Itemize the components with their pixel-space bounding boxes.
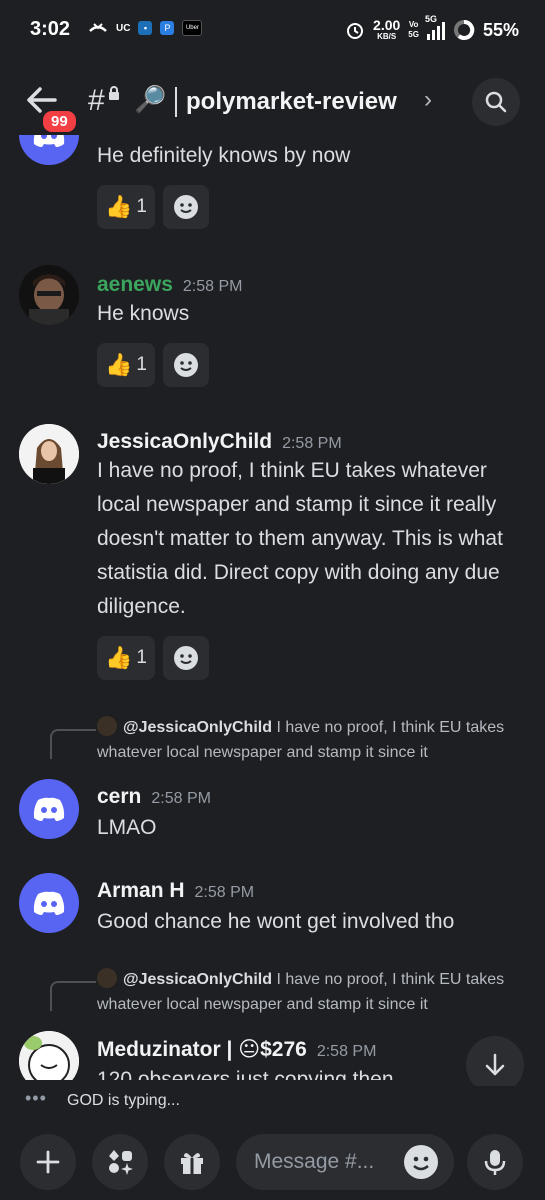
unread-badge: 99 [40,108,79,135]
reply-avatar [97,968,117,988]
reply-avatar [97,716,117,736]
header-divider [175,87,177,117]
smiley-icon [173,353,198,377]
text-channel-icon: # [88,84,105,117]
dominos-icon: ▪ [138,21,153,35]
timestamp: 2:58 PM [194,884,255,901]
add-reaction-button[interactable] [162,636,209,680]
apps-button[interactable] [92,1134,148,1190]
thumbs-up-emoji: 👍 [105,645,133,670]
gift-icon [181,1153,203,1174]
gift-button[interactable] [164,1134,220,1190]
battery-level: 55% [482,19,519,40]
uc-icon: UC [116,22,131,34]
microphone-icon [484,1150,506,1175]
avatar[interactable] [19,265,79,325]
reply-connector [50,729,96,759]
add-reaction-button[interactable] [162,185,209,229]
status-time: 3:02 [30,18,71,40]
avatar[interactable] [19,135,79,165]
add-attachment-button[interactable] [20,1134,76,1190]
search-icon [485,91,507,113]
smiley-icon [173,646,198,670]
timestamp: 2:58 PM [182,278,243,295]
missed-call-icon [89,23,107,32]
battery-icon [453,20,475,40]
username[interactable]: Meduzinator | 😐$276 2:58 PM [97,1037,376,1062]
reply-connector [50,981,96,1011]
arrow-down-icon [485,1053,505,1076]
discord-logo-icon [33,797,65,821]
lock-icon [109,86,119,100]
user-avatar-image [19,265,79,325]
voice-message-button[interactable] [467,1134,523,1190]
discord-logo-icon [33,891,65,915]
smiley-icon [173,195,198,219]
message-list[interactable]: He definitely knows by now 👍 1 aenews 2:58… [0,135,545,1080]
status-bar: 3:02 UC ▪ P Uber 2.00 KB/S Vo 5G 5G 55% [0,0,545,60]
plus-icon [36,1150,60,1174]
avatar[interactable] [19,779,79,839]
reply-author: @JessicaOnlyChild [123,971,272,988]
channel-title[interactable]: polymarket-review [186,88,397,116]
message-text: 120 observers just copying then [97,1068,394,1080]
message-text: He definitely knows by now [97,144,351,167]
emoji-button[interactable] [404,1145,438,1179]
avatar[interactable] [19,424,79,484]
notification-icons: UC ▪ P Uber [88,20,203,36]
paytm-icon: P [160,21,175,35]
typing-indicator: ••• GOD is typing... [0,1086,545,1122]
username[interactable]: cern 2:58 PM [97,785,211,809]
net-speed: 2.00 KB/S [373,17,401,41]
reaction-thumbs-up[interactable]: 👍 1 [97,636,155,680]
message-text: Good chance he wont get involved tho [97,910,455,933]
thumbs-up-emoji: 👍 [105,352,133,377]
avatar[interactable] [19,873,79,933]
avatar[interactable] [19,1031,79,1080]
uber-icon: Uber [182,20,203,36]
add-reaction-button[interactable] [162,343,209,387]
reactions: 👍 1 [97,185,209,229]
typing-dots: ••• [25,1088,47,1108]
magnifier-emoji: 🔎 [134,84,167,114]
reactions: 👍 1 [97,636,209,680]
timestamp: 2:58 PM [316,1043,377,1060]
discord-logo-icon [33,135,65,147]
reply-preview[interactable]: @JessicaOnlyChild I have no proof, I thi… [97,715,527,765]
reaction-thumbs-up[interactable]: 👍 1 [97,185,155,229]
timestamp: 2:58 PM [282,435,342,452]
user-avatar-image [19,424,79,484]
username[interactable]: aenews 2:58 PM [97,273,242,297]
reactions: 👍 1 [97,343,209,387]
volte-icon: Vo 5G [408,20,419,39]
username[interactable]: JessicaOnlyChild 2:58 PM [97,430,342,454]
message-composer: Message #... [0,1122,545,1200]
chevron-right-icon[interactable]: › [424,86,432,114]
message-text: He knows [97,302,190,325]
timestamp: 2:58 PM [151,790,211,807]
thumbs-up-emoji: 👍 [105,194,133,219]
smiley-icon [405,1146,437,1178]
reaction-thumbs-up[interactable]: 👍 1 [97,343,155,387]
reply-preview[interactable]: @JessicaOnlyChild I have no proof, I thi… [97,967,527,1017]
apps-icon [109,1150,133,1175]
username[interactable]: Arman H 2:58 PM [97,879,254,903]
message-text: LMAO [97,816,157,839]
reply-author: @JessicaOnlyChild [123,719,272,736]
typing-text: GOD is typing... [67,1092,180,1109]
channel-header: 99 # 🔎 polymarket-review › [0,72,545,135]
signal-icon: 5G [425,14,445,40]
search-button[interactable] [472,78,520,126]
user-avatar-image [19,1031,79,1080]
alarm-icon [347,23,364,39]
message-text: I have no proof, I think EU takes whatev… [97,459,503,618]
status-right: 2.00 KB/S Vo 5G 5G 55% [345,14,519,42]
